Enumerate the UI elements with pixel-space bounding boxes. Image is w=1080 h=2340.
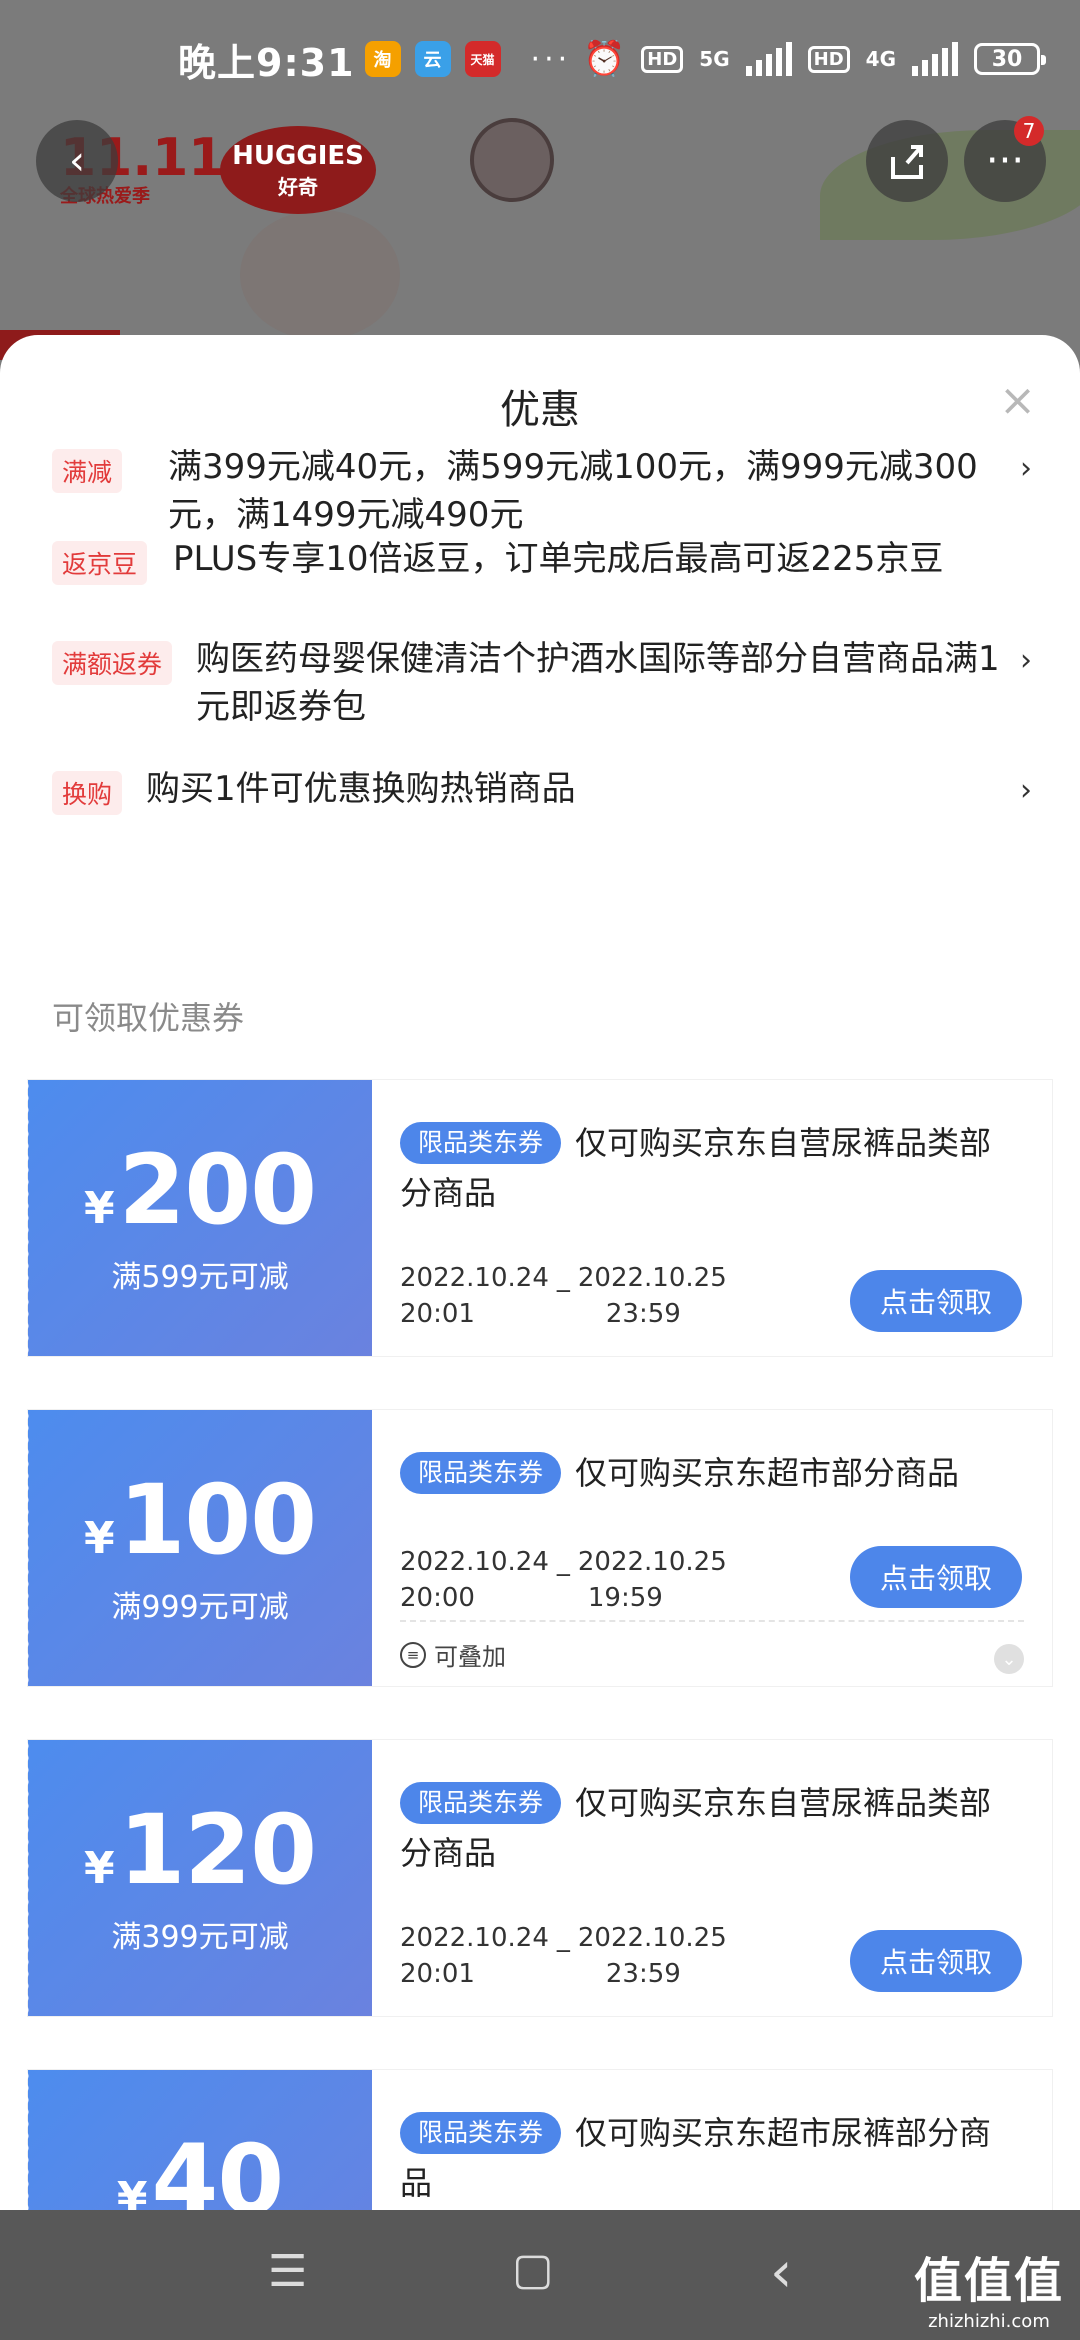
- share-button[interactable]: [866, 120, 948, 202]
- hd-badge: HD: [641, 45, 684, 73]
- category-badge: 限品类东券: [400, 1122, 562, 1164]
- signal-icon: [745, 42, 792, 76]
- chevron-right-icon: ›: [1020, 643, 1032, 678]
- promotion-item-exchange[interactable]: 换购 购买1件可优惠换购热销商品 ›: [52, 765, 1032, 815]
- hd-badge: HD: [807, 45, 850, 73]
- coupon-card: ¥200 满599元可减 限品类东券 仅可购买京东自营尿裤品类部分商品 2022.…: [24, 1080, 1052, 1356]
- promotion-item-full-reduction[interactable]: 满减 满399元减40元，满599元减100元，满999元减300元，满1499…: [52, 443, 1032, 539]
- promotion-text: 购医药母婴保健清洁个护酒水国际等部分自营商品满1元即返券包: [196, 639, 1000, 727]
- coupon-condition: 满999元可减: [111, 1590, 289, 1625]
- alarm-icon: ⏰: [582, 39, 626, 79]
- more-button[interactable]: ··· 7: [964, 116, 1046, 202]
- watermark: 值值值 zhizhizhi.com: [913, 2253, 1064, 2332]
- share-icon: [891, 145, 923, 179]
- clock: 晚上9:31: [178, 40, 355, 85]
- chevron-right-icon: ›: [1020, 451, 1032, 486]
- currency-symbol: ¥: [83, 1843, 115, 1894]
- promotion-tag: 换购: [52, 771, 123, 815]
- coupon-validity: 2022.10.24 20:01 _ 2022.10.25 23:59: [400, 1923, 727, 1989]
- coupon-details: 限品类东券 仅可购买京东超市尿裤部分商品: [372, 2070, 1052, 2210]
- claim-coupon-button[interactable]: 点击领取: [850, 1546, 1022, 1608]
- product-image-decoration: [470, 118, 554, 202]
- coupon-amount: 120: [118, 1794, 317, 1906]
- back-arrow-icon: ‹: [69, 138, 85, 184]
- signal-icon: [912, 42, 958, 76]
- category-badge: 限品类东券: [400, 1452, 562, 1494]
- coupon-details: 限品类东券 仅可购买京东自营尿裤品类部分商品 2022.10.24 20:01 _ …: [372, 1080, 1052, 1356]
- promotion-item-coupon-return[interactable]: 满额返券 购医药母婴保健清洁个护酒水国际等部分自营商品满1元即返券包 ›: [52, 635, 1032, 731]
- currency-symbol: ¥: [116, 2173, 148, 2210]
- promotion-tag: 满额返券: [52, 641, 173, 685]
- more-notifications-icon: ···: [530, 41, 572, 77]
- stackable-label: ≡ 可叠加: [400, 1637, 506, 1672]
- more-icon: ···: [985, 138, 1025, 184]
- network-5g-label: 5G: [699, 47, 730, 71]
- currency-symbol: ¥: [83, 1513, 115, 1564]
- promotion-tag: 返京豆: [52, 541, 148, 585]
- tmall-app-icon: 天猫: [464, 41, 501, 77]
- category-badge: 限品类东券: [400, 2112, 562, 2154]
- claim-coupon-button[interactable]: 点击领取: [850, 1270, 1022, 1332]
- coupon-amount: 100: [118, 1464, 317, 1576]
- expand-chevron-icon[interactable]: ⌄: [994, 1644, 1024, 1674]
- taobao-app-icon: 淘: [364, 41, 401, 77]
- promotion-sheet: 优惠 × 满减 满399元减40元，满599元减100元，满999元减300元，…: [0, 335, 1080, 2210]
- back-button[interactable]: ‹: [36, 120, 118, 202]
- status-icons: ⏰ HD 5G HD 4G 30: [582, 39, 1046, 79]
- product-image-decoration: [240, 210, 400, 340]
- category-badge: 限品类东券: [400, 1782, 562, 1824]
- system-nav-bar: ☰ ▢ ‹ 值值值 zhizhizhi.com: [0, 2210, 1080, 2340]
- coupon-condition: 满399元可减: [111, 1920, 289, 1955]
- coupon-amount-panel: ¥100 满999元可减: [24, 1410, 372, 1686]
- notification-badge: 7: [1014, 116, 1044, 146]
- coupon-amount-panel: ¥40: [24, 2070, 372, 2210]
- coupon-card: ¥40 限品类东券 仅可购买京东超市尿裤部分商品: [24, 2070, 1052, 2210]
- promotion-text: 满399元减40元，满599元减100元，满999元减300元，满1499元减4…: [168, 447, 978, 535]
- coupon-amount: 200: [118, 1134, 317, 1246]
- currency-symbol: ¥: [83, 1183, 115, 1234]
- huggies-logo: HUGGIES 好奇: [220, 126, 376, 214]
- coupon-condition: 满599元可减: [111, 1260, 289, 1295]
- coupon-card: ¥120 满399元可减 限品类东券 仅可购买京东自营尿裤品类部分商品 2022.…: [24, 1740, 1052, 2016]
- claim-coupon-button[interactable]: 点击领取: [850, 1930, 1022, 1992]
- home-icon[interactable]: ▢: [512, 2244, 554, 2295]
- menu-icon[interactable]: ☰: [268, 2246, 307, 2297]
- cloud-app-icon: 云: [414, 41, 451, 77]
- promotion-tag: 满减: [52, 449, 123, 493]
- coupon-amount-panel: ¥200 满599元可减: [24, 1080, 372, 1356]
- back-icon[interactable]: ‹: [770, 2240, 792, 2305]
- coupon-card: ¥100 满999元可减 限品类东券 仅可购买京东超市部分商品 2022.10.2…: [24, 1410, 1052, 1686]
- network-4g-label: 4G: [865, 47, 896, 71]
- promotion-text: PLUS专享10倍返豆，订单完成后最高可返225京豆: [173, 539, 944, 579]
- sheet-title: 优惠: [500, 387, 580, 433]
- coupon-details: 限品类东券 仅可购买京东超市部分商品 2022.10.24 20:00 _ 2022…: [372, 1410, 1052, 1686]
- promotion-text: 购买1件可优惠换购热销商品: [146, 769, 576, 809]
- coupon-amount: 40: [151, 2124, 285, 2210]
- notification-apps: 淘 云 天猫: [364, 41, 501, 77]
- coupon-validity: 2022.10.24 20:01 _ 2022.10.25 23:59: [400, 1263, 727, 1329]
- chevron-right-icon: ›: [1020, 773, 1032, 808]
- battery-icon: 30: [974, 43, 1046, 75]
- status-bar: 晚上9:31 淘 云 天猫 ··· ⏰ HD 5G HD 4G 30: [0, 0, 1080, 118]
- stack-icon: ≡: [400, 1641, 426, 1668]
- promotion-item-jingdou: 返京豆 PLUS专享10倍返豆，订单完成后最高可返225京豆: [52, 535, 1032, 585]
- section-label-coupons: 可领取优惠券: [52, 999, 245, 1037]
- divider: [400, 1620, 1024, 1622]
- close-icon[interactable]: ×: [999, 375, 1036, 426]
- coupon-validity: 2022.10.24 20:00 _ 2022.10.25 19:59: [400, 1547, 727, 1613]
- coupon-description: 仅可购买京东超市部分商品: [575, 1454, 960, 1492]
- coupon-amount-panel: ¥120 满399元可减: [24, 1740, 372, 2016]
- coupon-details: 限品类东券 仅可购买京东自营尿裤品类部分商品 2022.10.24 20:01 _ …: [372, 1740, 1052, 2016]
